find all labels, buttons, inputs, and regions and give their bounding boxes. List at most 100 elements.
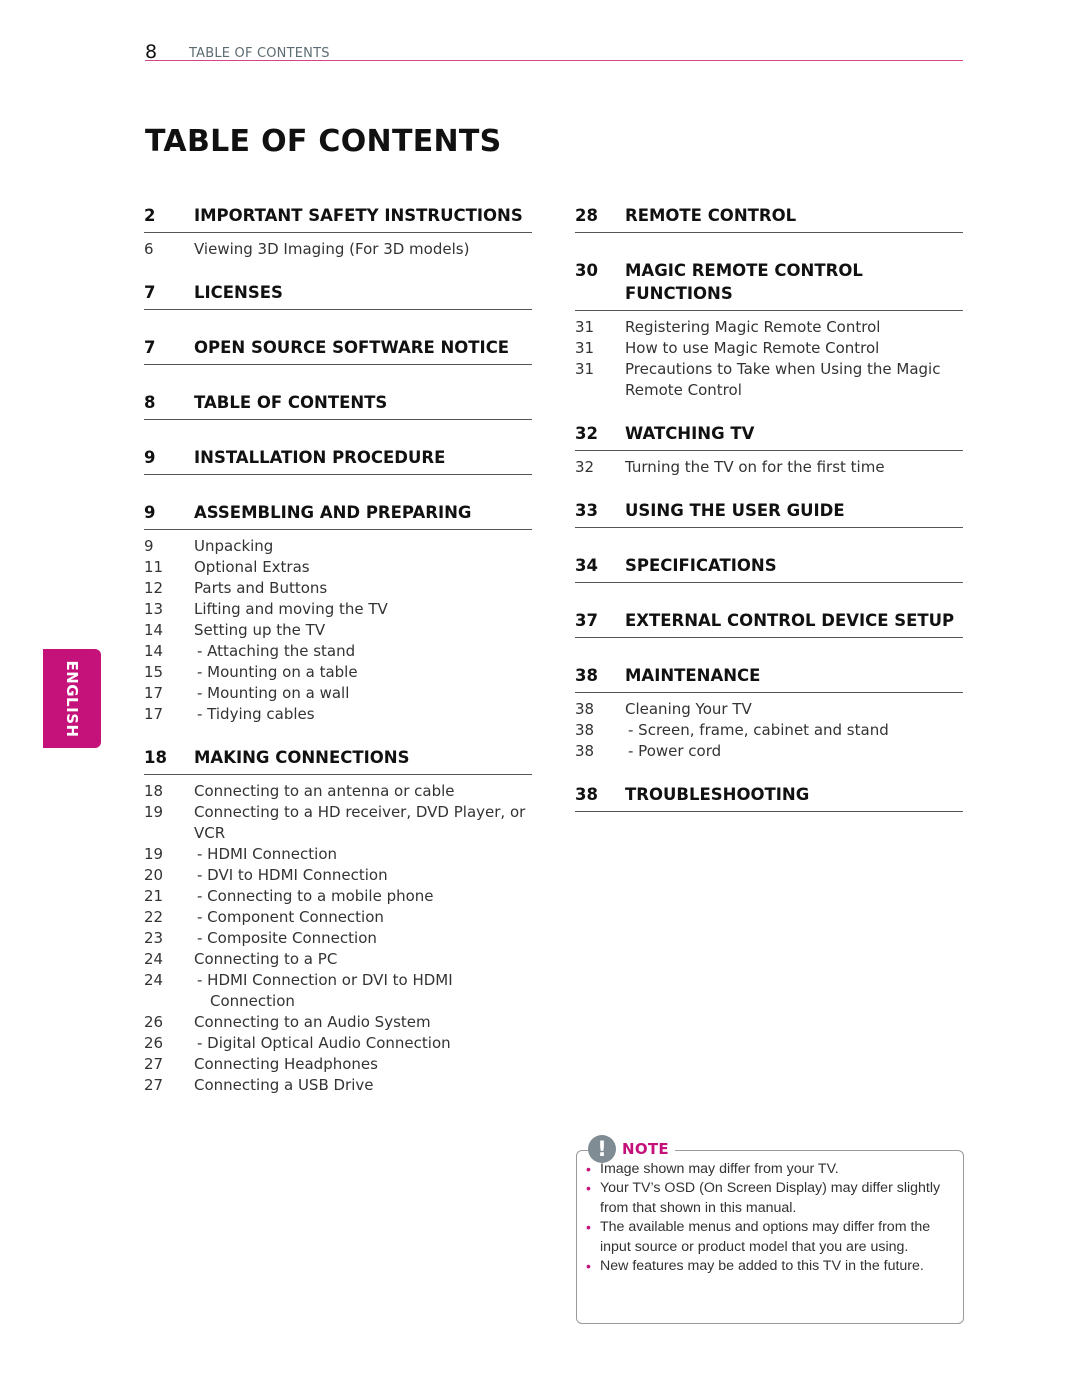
entry-page-number: 38 — [575, 721, 595, 739]
toc-entry[interactable]: 32 Turning the TV on for the first time — [575, 457, 963, 478]
bullet-icon: • — [586, 1219, 591, 1236]
toc-section-heading[interactable]: 34 SPECIFICATIONS — [575, 554, 963, 583]
toc-entry[interactable]: 27 Connecting Headphones — [144, 1054, 532, 1075]
entry-text: Connecting Headphones — [194, 1055, 378, 1073]
toc-entry[interactable]: 13 Lifting and moving the TV — [144, 599, 532, 620]
toc-entry[interactable]: 38 Cleaning Your TV — [575, 699, 963, 720]
toc-entry[interactable]: 6 Viewing 3D Imaging (For 3D models) — [144, 239, 532, 260]
toc-section-heading[interactable]: 18 MAKING CONNECTIONS — [144, 746, 532, 775]
note-item: • Your TV’s OSD (On Screen Display) may d… — [585, 1179, 957, 1218]
entry-page-number: 27 — [144, 1076, 164, 1094]
toc-section-heading[interactable]: 8 TABLE OF CONTENTS — [144, 391, 532, 420]
exclamation-icon: ! — [588, 1135, 616, 1163]
toc-entry[interactable]: 26 - Digital Optical Audio Connection — [144, 1033, 532, 1054]
entry-text: Turning the TV on for the first time — [625, 458, 885, 476]
toc-entry-list: 38 Cleaning Your TV 38 - Screen, frame, cab… — [575, 699, 963, 762]
entry-page-number: 17 — [144, 684, 164, 702]
toc-entry[interactable]: 23 - Composite Connection — [144, 928, 532, 949]
toc-entry[interactable]: 31 How to use Magic Remote Control — [575, 338, 963, 359]
entry-text: - Connecting to a mobile phone — [197, 887, 434, 905]
running-title: TABLE OF CONTENTS — [189, 46, 330, 61]
toc-entry[interactable]: 17 - Mounting on a wall — [144, 683, 532, 704]
toc-entry[interactable]: 14 Setting up the TV — [144, 620, 532, 641]
entry-page-number: 31 — [575, 360, 595, 378]
toc-entry[interactable]: 15 - Mounting on a table — [144, 662, 532, 683]
entry-text: - Power cord — [628, 742, 722, 760]
section-page-number: 37 — [575, 611, 598, 630]
section-page-number: 34 — [575, 556, 598, 575]
toc-entry[interactable]: 31 Registering Magic Remote Control — [575, 317, 963, 338]
toc-entry[interactable]: 14 - Attaching the stand — [144, 641, 532, 662]
toc-section-heading[interactable]: 9 INSTALLATION PROCEDURE — [144, 446, 532, 475]
running-header: 8 TABLE OF CONTENTS — [145, 40, 963, 63]
section-title: OPEN SOURCE SOFTWARE NOTICE — [194, 338, 510, 357]
entry-text: - Tidying cables — [197, 705, 315, 723]
toc-section: 30 MAGIC REMOTE CONTROL FUNCTIONS 31 Regist… — [575, 259, 963, 422]
section-title: SPECIFICATIONS — [625, 556, 777, 575]
entry-page-number: 31 — [575, 318, 595, 336]
toc-entry[interactable]: 38 - Power cord — [575, 741, 963, 762]
toc-section: 32 WATCHING TV 32 Turning the TV on for the… — [575, 422, 963, 499]
toc-section-heading[interactable]: 9 ASSEMBLING AND PREPARING — [144, 501, 532, 530]
section-page-number: 30 — [575, 261, 598, 280]
language-tab[interactable]: ENGLISH — [43, 649, 101, 748]
toc-section-heading[interactable]: 37 EXTERNAL CONTROL DEVICE SETUP — [575, 609, 963, 638]
section-title: TABLE OF CONTENTS — [194, 393, 388, 412]
toc-entry[interactable]: 19 Connecting to a HD receiver, DVD Playe… — [144, 802, 532, 844]
toc-entry-list: 6 Viewing 3D Imaging (For 3D models) — [144, 239, 532, 260]
toc-section: 9 ASSEMBLING AND PREPARING 9 Unpacking 11 Opt… — [144, 501, 532, 746]
toc-entry[interactable]: 17 - Tidying cables — [144, 704, 532, 725]
toc-section-heading[interactable]: 33 USING THE USER GUIDE — [575, 499, 963, 528]
entry-text: - HDMI Connection or DVI to HDMI Connect… — [197, 971, 453, 1010]
toc-section-heading[interactable]: 28 REMOTE CONTROL — [575, 204, 963, 233]
entry-text: Connecting a USB Drive — [194, 1076, 374, 1094]
toc-left-column: 2 IMPORTANT SAFETY INSTRUCTIONS 6 Viewing 3… — [144, 204, 532, 1117]
toc-section: 37 EXTERNAL CONTROL DEVICE SETUP — [575, 609, 963, 664]
toc-section: 7 OPEN SOURCE SOFTWARE NOTICE — [144, 336, 532, 391]
entry-page-number: 38 — [575, 742, 595, 760]
toc-section: 8 TABLE OF CONTENTS — [144, 391, 532, 446]
toc-entry[interactable]: 27 Connecting a USB Drive — [144, 1075, 532, 1096]
toc-entry[interactable]: 19 - HDMI Connection — [144, 844, 532, 865]
section-title: MAINTENANCE — [625, 666, 761, 685]
toc-entry[interactable]: 31 Precautions to Take when Using the Mag… — [575, 359, 963, 401]
toc-entry[interactable]: 24 Connecting to a PC — [144, 949, 532, 970]
toc-section-heading[interactable]: 30 MAGIC REMOTE CONTROL FUNCTIONS — [575, 259, 963, 311]
section-page-number: 28 — [575, 206, 598, 225]
entry-text: - Mounting on a table — [197, 663, 358, 681]
bullet-icon: • — [586, 1180, 591, 1197]
note-label: NOTE — [622, 1140, 669, 1158]
toc-entry[interactable]: 24 - HDMI Connection or DVI to HDMI Conne… — [144, 970, 532, 1012]
toc-entry[interactable]: 38 - Screen, frame, cabinet and stand — [575, 720, 963, 741]
note-item-text: The available menus and options may diff… — [600, 1219, 931, 1255]
entry-text: Setting up the TV — [194, 621, 326, 639]
toc-section: 18 MAKING CONNECTIONS 18 Connecting to an a… — [144, 746, 532, 1117]
toc-section-heading[interactable]: 7 LICENSES — [144, 281, 532, 310]
entry-page-number: 14 — [144, 621, 164, 639]
toc-section-heading[interactable]: 7 OPEN SOURCE SOFTWARE NOTICE — [144, 336, 532, 365]
toc-section-heading[interactable]: 38 MAINTENANCE — [575, 664, 963, 693]
toc-entry[interactable]: 11 Optional Extras — [144, 557, 532, 578]
toc-entry[interactable]: 18 Connecting to an antenna or cable — [144, 781, 532, 802]
toc-entry[interactable]: 26 Connecting to an Audio System — [144, 1012, 532, 1033]
entry-page-number: 11 — [144, 558, 164, 576]
toc-entry[interactable]: 12 Parts and Buttons — [144, 578, 532, 599]
toc-entry[interactable]: 22 - Component Connection — [144, 907, 532, 928]
entry-page-number: 20 — [144, 866, 164, 884]
toc-entry[interactable]: 9 Unpacking — [144, 536, 532, 557]
toc-section: 9 INSTALLATION PROCEDURE — [144, 446, 532, 501]
toc-entry[interactable]: 20 - DVI to HDMI Connection — [144, 865, 532, 886]
toc-section-heading[interactable]: 2 IMPORTANT SAFETY INSTRUCTIONS — [144, 204, 532, 233]
toc-entry-list: 32 Turning the TV on for the first time — [575, 457, 963, 478]
toc-section: 33 USING THE USER GUIDE — [575, 499, 963, 554]
entry-page-number: 26 — [144, 1034, 164, 1052]
section-title: LICENSES — [194, 283, 283, 302]
toc-section-heading[interactable]: 32 WATCHING TV — [575, 422, 963, 451]
toc-entry-list: 9 Unpacking 11 Optional Extras 12 Parts and B… — [144, 536, 532, 725]
entry-text: - Screen, frame, cabinet and stand — [628, 721, 889, 739]
toc-entry-list: 18 Connecting to an antenna or cable 19 Con… — [144, 781, 532, 1096]
toc-section: 38 MAINTENANCE 38 Cleaning Your TV 38 - Scree… — [575, 664, 963, 783]
entry-page-number: 18 — [144, 782, 164, 800]
toc-section-heading[interactable]: 38 TROUBLESHOOTING — [575, 783, 963, 812]
toc-entry[interactable]: 21 - Connecting to a mobile phone — [144, 886, 532, 907]
